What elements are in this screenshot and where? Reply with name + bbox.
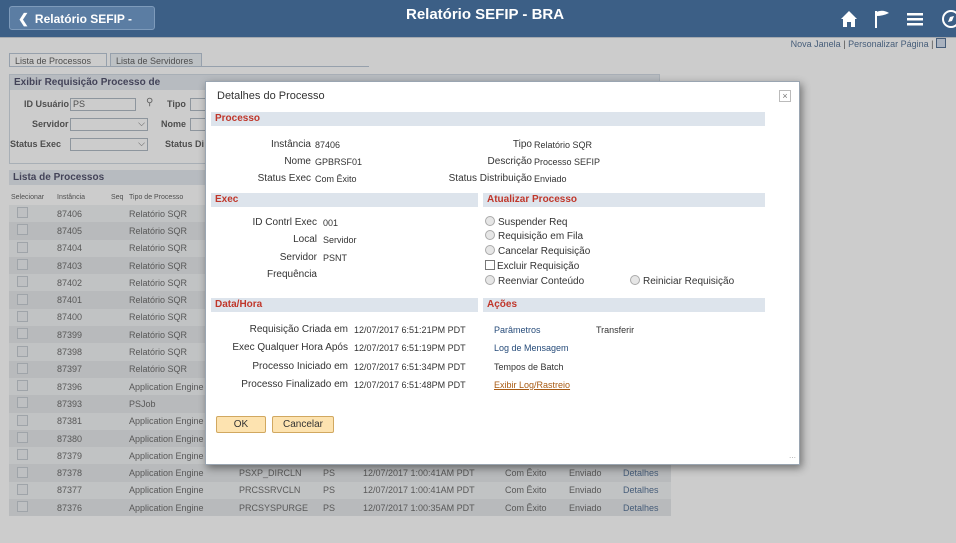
processo-finalizado-label: Processo Finalizado em — [241, 379, 348, 390]
radio-label: Excluir Requisição — [497, 261, 580, 272]
radio-reiniciar-requisicao[interactable]: Reiniciar Requisição — [630, 275, 734, 287]
acoes-section-header: Ações — [483, 298, 765, 312]
processo-finalizado-value: 12/07/2017 6:51:48PM PDT — [354, 380, 466, 390]
page-title: Relatório SEFIP - BRA — [406, 6, 565, 23]
radio-label: Suspender Req — [498, 217, 568, 228]
id-contrl-exec-label: ID Contrl Exec — [252, 217, 317, 228]
radio-icon — [485, 216, 495, 226]
parametros-link[interactable]: Parâmetros — [494, 325, 541, 335]
flag-icon[interactable] — [871, 8, 893, 30]
detalhes-processo-dialog: Detalhes do Processo × Processo Instânci… — [205, 81, 800, 465]
radio-label: Cancelar Requisição — [498, 246, 591, 257]
local-value: Servidor — [323, 235, 357, 245]
exibir-log-rastreio-link[interactable]: Exibir Log/Rastreio — [494, 380, 570, 390]
radio-icon — [630, 275, 640, 285]
log-mensagem-link[interactable]: Log de Mensagem — [494, 343, 569, 353]
close-icon[interactable]: × — [779, 90, 791, 102]
descricao-label: Descrição — [487, 156, 532, 167]
radio-excluir-requisicao[interactable]: Excluir Requisição — [485, 260, 579, 272]
tempos-batch-text: Tempos de Batch — [494, 362, 564, 372]
exec-qualquer-hora-value: 12/07/2017 6:51:19PM PDT — [354, 343, 466, 353]
processo-iniciado-label: Processo Iniciado em — [252, 361, 348, 372]
status-distribuicao-label: Status Distribuição — [448, 173, 532, 184]
exec-qualquer-hora-label: Exec Qualquer Hora Após — [232, 342, 348, 353]
radio-cancelar-requisicao[interactable]: Cancelar Requisição — [485, 245, 590, 257]
requisicao-criada-label: Requisição Criada em — [249, 324, 348, 335]
radio-icon — [485, 275, 495, 285]
atualizar-processo-section-header: Atualizar Processo — [483, 193, 765, 207]
id-contrl-exec-value: 001 — [323, 218, 339, 228]
radio-suspender-req[interactable]: Suspender Req — [485, 216, 568, 228]
exec-section-header: Exec — [211, 193, 478, 207]
ok-button[interactable]: OK — [216, 416, 266, 433]
chevron-left-icon: ❮ — [18, 11, 29, 26]
frequencia-label: Frequência — [266, 269, 317, 280]
processo-section-header: Processo — [211, 112, 765, 126]
radio-reenviar-conteudo[interactable]: Reenviar Conteúdo — [485, 275, 584, 287]
instancia-value: 87406 — [315, 140, 341, 150]
radio-label: Reiniciar Requisição — [643, 276, 735, 287]
header-bar: ❮ Relatório SEFIP - BRA Relatório SEFIP -… — [0, 0, 956, 50]
back-button[interactable]: ❮ Relatório SEFIP - BRA — [9, 6, 155, 50]
servidor-value: PSNT — [323, 253, 348, 263]
cancelar-button[interactable]: Cancelar — [272, 416, 334, 433]
dialog-title: Detalhes do Processo — [217, 90, 325, 102]
requisicao-criada-value: 12/07/2017 6:51:21PM PDT — [354, 325, 466, 335]
descricao-value: Processo SEFIP — [534, 157, 601, 167]
radio-icon — [485, 230, 495, 240]
radio-label: Reenviar Conteúdo — [498, 276, 585, 287]
radio-label: Requisição em Fila — [498, 231, 584, 242]
local-label: Local — [293, 234, 317, 245]
checkbox-icon — [485, 260, 495, 270]
status-distribuicao-value: Enviado — [534, 174, 567, 184]
compass-icon[interactable] — [940, 8, 956, 30]
menu-icon[interactable] — [904, 8, 926, 30]
instancia-label: Instância — [270, 139, 311, 150]
status-exec-label: Status Exec — [257, 173, 311, 184]
transferir-text: Transferir — [596, 325, 635, 335]
radio-requisicao-em-fila[interactable]: Requisição em Fila — [485, 230, 583, 242]
tipo-value: Relatório SQR — [534, 140, 593, 150]
processo-iniciado-value: 12/07/2017 6:51:34PM PDT — [354, 362, 466, 372]
nome-value: GPBRSF01 — [315, 157, 363, 167]
tipo-label: Tipo — [512, 139, 532, 150]
data-hora-section-header: Data/Hora — [211, 298, 478, 312]
home-icon[interactable] — [838, 8, 860, 30]
resize-grip-icon[interactable]: ⋯ — [789, 454, 796, 462]
servidor-label: Servidor — [279, 252, 317, 263]
radio-icon — [485, 245, 495, 255]
nome-label: Nome — [284, 156, 311, 167]
status-exec-value: Com Êxito — [315, 174, 357, 184]
